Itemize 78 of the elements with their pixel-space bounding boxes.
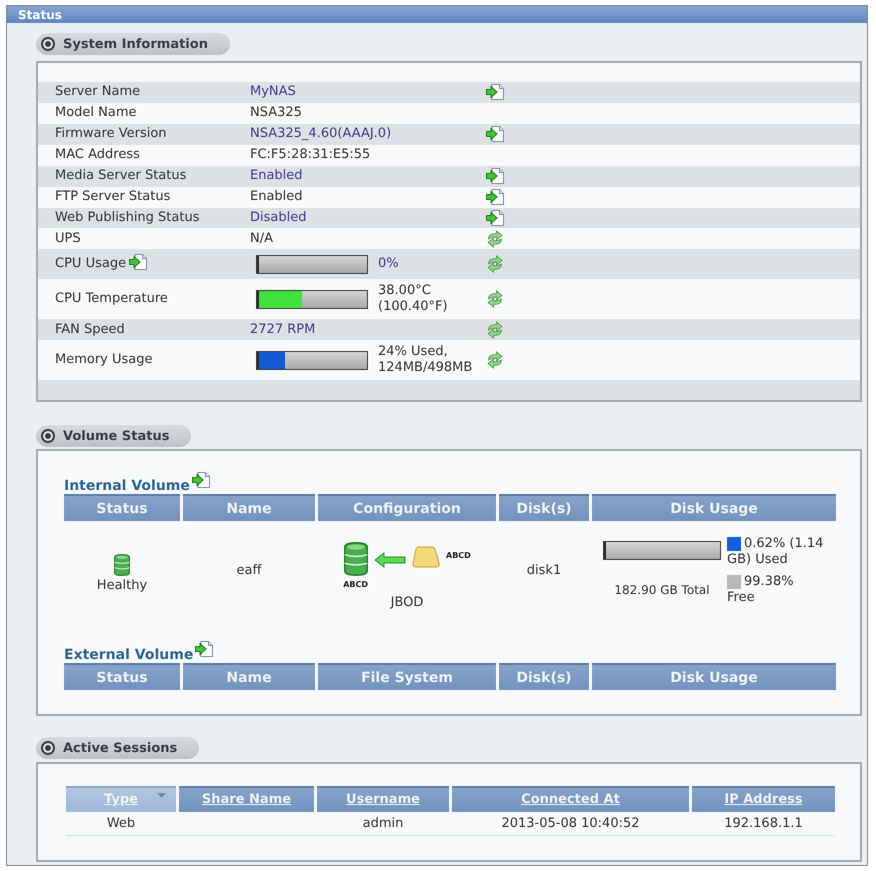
- circle-dot-icon: [41, 429, 55, 443]
- table-cell: disk1: [526, 563, 562, 579]
- table-cell: admin: [362, 816, 404, 832]
- column-header[interactable]: IP Address: [692, 786, 835, 812]
- refresh-icon[interactable]: [487, 255, 503, 274]
- column-header: Name: [183, 494, 315, 521]
- column-header[interactable]: Connected At: [452, 786, 689, 812]
- field-label: Web Publishing Status: [55, 210, 200, 226]
- column-header: Disk Usage: [592, 663, 836, 690]
- circle-dot-icon: [41, 741, 55, 755]
- database-icon: [114, 554, 130, 576]
- volume-label: ABCD: [343, 580, 368, 588]
- column-header: File System: [318, 663, 496, 690]
- field-label: CPU Usage: [55, 256, 126, 272]
- field-value: NSA325: [250, 105, 302, 122]
- page-arrow-icon[interactable]: [486, 189, 504, 206]
- database-icon: [344, 542, 368, 576]
- page-arrow-icon[interactable]: [129, 254, 148, 270]
- field-value: N/A: [250, 230, 273, 247]
- table-cell: eaff: [236, 563, 262, 579]
- field-label: Model Name: [55, 105, 137, 122]
- field-label: MAC Address: [55, 147, 140, 164]
- field-label: CPU Temperature: [55, 291, 168, 308]
- field-value: Enabled: [250, 189, 303, 206]
- refresh-icon[interactable]: [487, 230, 503, 248]
- disk-total: 182.90 GB Total: [614, 582, 710, 598]
- column-header: Status: [64, 494, 180, 521]
- column-header: Disk(s): [499, 663, 589, 690]
- window-title: Status: [7, 6, 867, 23]
- column-header: Disk(s): [499, 494, 589, 521]
- refresh-icon[interactable]: [487, 351, 503, 370]
- table-cell: 192.168.1.1: [724, 816, 803, 832]
- section-toggle[interactable]: Active Sessions: [36, 737, 200, 759]
- page-arrow-icon[interactable]: [192, 472, 210, 488]
- column-header[interactable]: Share Name: [179, 786, 314, 812]
- field-label: Memory Usage: [55, 352, 153, 368]
- arrow-left-icon: [374, 552, 406, 568]
- field-value: Disabled: [250, 210, 306, 226]
- column-header: Status: [64, 663, 180, 690]
- legend-label: 99.38% Free: [727, 574, 794, 605]
- page-arrow-icon[interactable]: [486, 126, 504, 142]
- status-text: Healthy: [96, 578, 148, 594]
- field-label: FAN Speed: [55, 322, 125, 338]
- legend-label: 0.62% (1.14 GB) Used: [727, 536, 824, 567]
- table-cell: 2013-05-08 10:40:52: [501, 816, 640, 832]
- column-header: Name: [183, 663, 315, 690]
- section-toggle[interactable]: Volume Status: [36, 425, 192, 447]
- table-cell: JBOD: [390, 594, 424, 610]
- circle-dot-icon: [41, 37, 55, 51]
- field-label: FTP Server Status: [55, 189, 170, 206]
- column-header: Disk Usage: [592, 494, 836, 521]
- field-label: UPS: [55, 230, 81, 247]
- page-arrow-icon[interactable]: [486, 168, 504, 184]
- subsection-title: External Volume: [64, 647, 194, 663]
- field-value: MyNAS: [250, 84, 296, 100]
- page-arrow-icon[interactable]: [195, 641, 214, 657]
- field-value: 2727 RPM: [250, 322, 316, 338]
- table-cell: Web: [106, 816, 136, 832]
- meter-reading: 38.00°C (100.40°F): [378, 283, 449, 316]
- field-value: NSA325_4.60(AAAJ.0): [250, 126, 392, 142]
- field-label: Server Name: [55, 84, 140, 100]
- disk-label: ABCD: [446, 550, 471, 560]
- page-arrow-icon[interactable]: [486, 210, 504, 226]
- meter-reading: 0%: [378, 256, 400, 272]
- refresh-icon[interactable]: [487, 290, 503, 308]
- column-header: Configuration: [318, 494, 496, 521]
- column-header[interactable]: Type: [66, 786, 176, 812]
- subsection-title: Internal Volume: [64, 478, 190, 494]
- field-value: FC:F5:28:31:E5:55: [250, 147, 370, 164]
- refresh-icon[interactable]: [487, 320, 503, 339]
- section-toggle[interactable]: System Information: [36, 33, 230, 55]
- page-arrow-icon[interactable]: [486, 84, 504, 100]
- field-label: Media Server Status: [55, 168, 186, 184]
- field-value: Enabled: [250, 168, 303, 184]
- sort-arrow-icon: [157, 793, 166, 798]
- meter-reading: 24% Used, 124MB/498MB: [378, 344, 474, 376]
- field-label: Firmware Version: [55, 126, 167, 142]
- column-header[interactable]: Username: [317, 786, 449, 812]
